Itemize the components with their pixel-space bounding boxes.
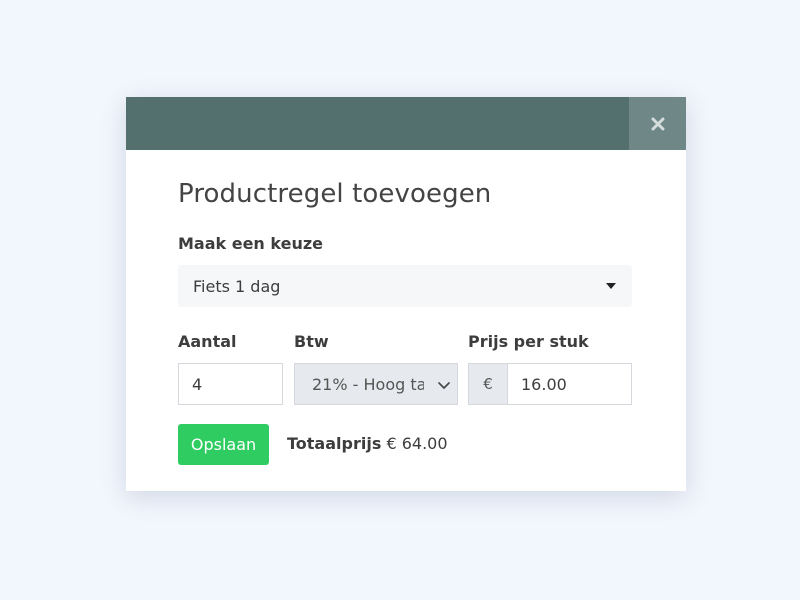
chevron-down-icon (435, 376, 453, 394)
close-button[interactable] (629, 97, 686, 150)
aantal-value: 4 (192, 374, 203, 394)
btw-label: Btw (294, 332, 329, 351)
prijs-value: 16.00 (521, 374, 567, 394)
total-price: Totaalprijs € 64.00 (287, 434, 448, 453)
btw-select-value: 21% - Hoog tarief (312, 374, 424, 394)
currency-addon: € (468, 363, 508, 405)
prijs-input[interactable]: 16.00 (507, 363, 632, 405)
aantal-input[interactable]: 4 (178, 363, 283, 405)
product-line-modal: Productregel toevoegen Maak een keuze Fi… (126, 97, 686, 491)
prijs-label: Prijs per stuk (468, 332, 589, 351)
total-label: Totaalprijs (287, 434, 382, 453)
aantal-label: Aantal (178, 332, 237, 351)
product-select-value: Fiets 1 dag (193, 276, 281, 296)
btw-select[interactable]: 21% - Hoog tarief (294, 363, 458, 405)
modal-title: Productregel toevoegen (178, 179, 492, 209)
product-select-label: Maak een keuze (178, 234, 324, 253)
close-icon (651, 117, 665, 131)
modal-header (126, 97, 686, 150)
save-button[interactable]: Opslaan (178, 424, 269, 465)
product-select[interactable]: Fiets 1 dag (178, 265, 632, 307)
caret-down-icon (606, 283, 616, 289)
total-value: € 64.00 (386, 434, 448, 453)
